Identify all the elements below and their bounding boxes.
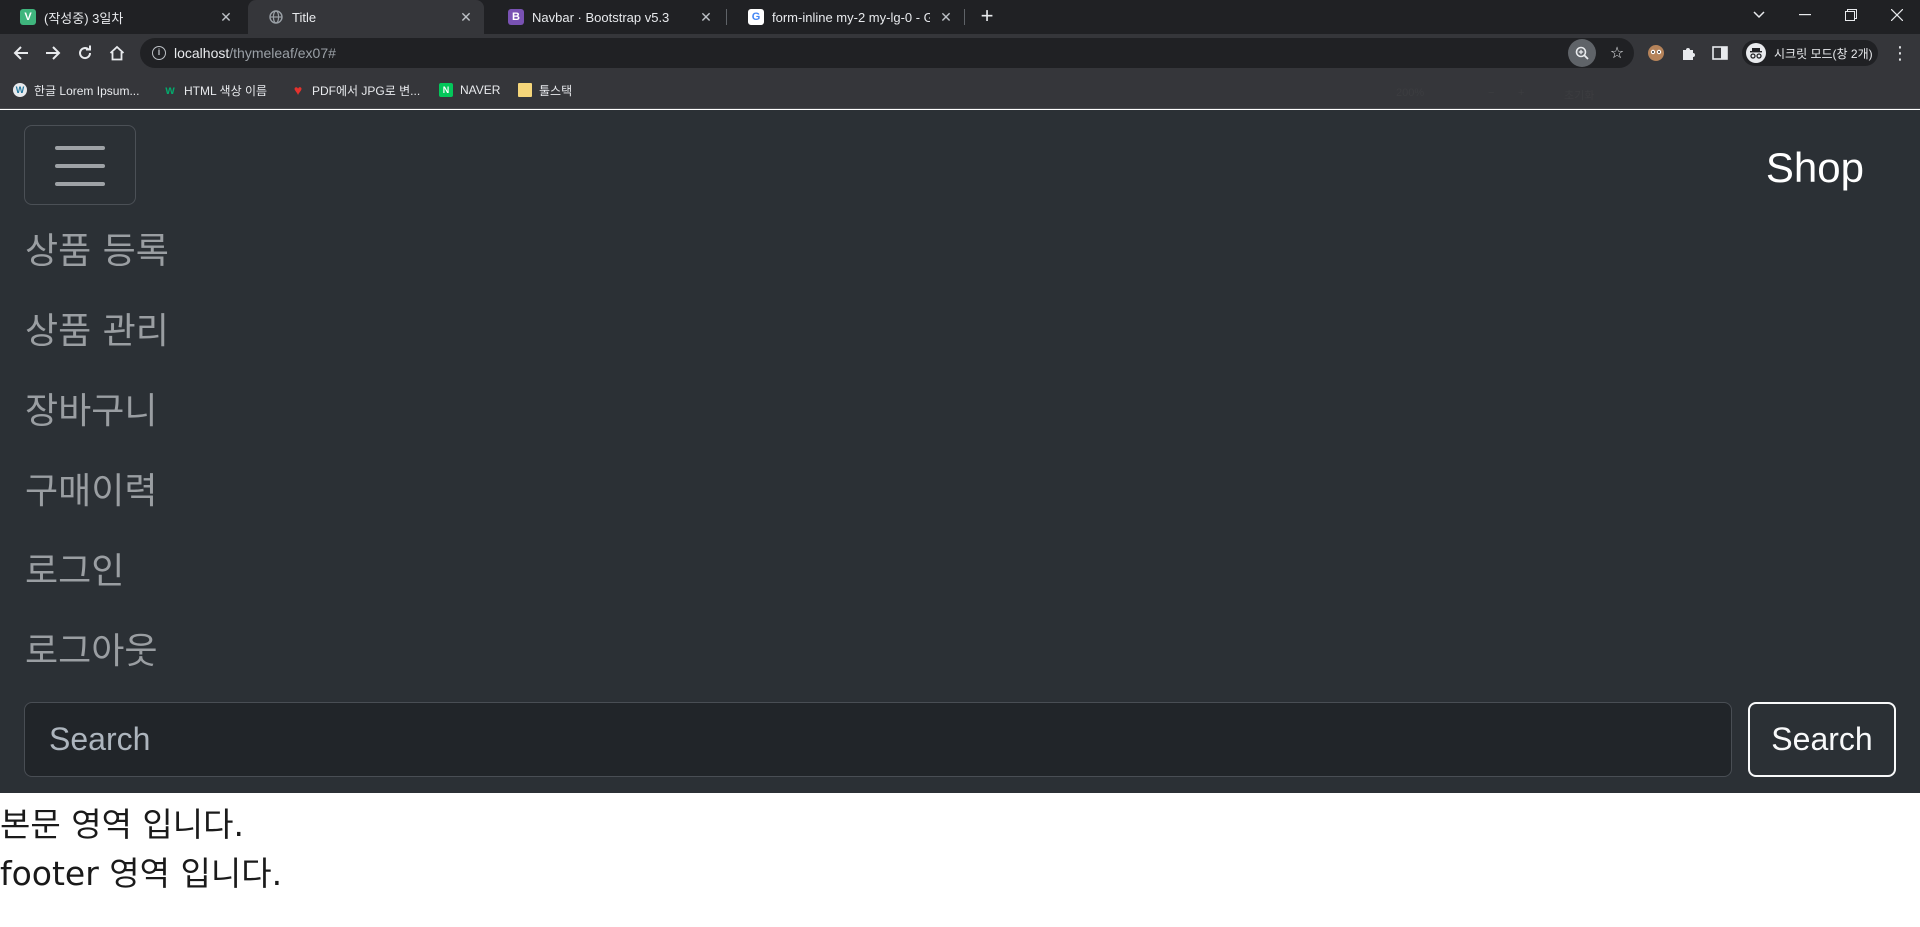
hamburger-icon	[55, 182, 105, 186]
search-input[interactable]: Search	[24, 702, 1732, 777]
hamburger-icon	[55, 146, 105, 150]
tab-strip: V (작성중) 3일차 ✕ Title ✕ B Navbar · Bootstr…	[0, 0, 1920, 34]
wordpress-icon: W	[13, 83, 27, 97]
tab-title: Navbar · Bootstrap v5.3	[532, 9, 670, 25]
puzzle-icon[interactable]	[1676, 41, 1700, 65]
zoom-icon[interactable]	[1568, 39, 1596, 67]
heart-icon: ♥	[293, 82, 303, 98]
reload-button[interactable]	[72, 40, 98, 66]
zoom-reset-button[interactable]: 초기화	[1564, 87, 1594, 103]
main-body-text: 본문 영역 입니다.	[0, 805, 244, 844]
bookmark-item[interactable]: 툴스택	[518, 81, 572, 99]
forward-button[interactable]	[40, 40, 66, 66]
tab-3[interactable]: G form-inline my-2 my-lg-0 - Go ✕	[728, 0, 964, 34]
tab-search-chevron-icon[interactable]	[1736, 0, 1782, 30]
close-icon[interactable]: ✕	[218, 9, 234, 25]
close-icon[interactable]: ✕	[458, 9, 474, 25]
zoom-in-button[interactable]: +	[1518, 87, 1524, 99]
w3-icon: w	[165, 83, 175, 97]
browser-toolbar: i localhost/thymeleaf/ex07# ☆ 시크릿 모드(창 2…	[0, 34, 1920, 72]
minimize-button[interactable]	[1782, 0, 1828, 30]
more-menu-icon[interactable]: ⋮	[1888, 41, 1912, 65]
page-viewport: Shop 상품 등록 상품 관리 장바구니 구매이력 로그인 로그아웃 Sear…	[0, 110, 1920, 927]
arrow-right-icon	[46, 46, 61, 60]
close-icon[interactable]: ✕	[698, 9, 714, 25]
incognito-profile-chip[interactable]: 시크릿 모드(창 2개)	[1742, 40, 1878, 66]
vlog-favicon-icon: V	[20, 9, 36, 25]
home-button[interactable]	[104, 40, 130, 66]
tab-separator	[726, 9, 727, 25]
close-window-button[interactable]	[1874, 0, 1920, 30]
close-icon[interactable]: ✕	[938, 9, 954, 25]
tab-title: form-inline my-2 my-lg-0 - Go	[772, 9, 930, 25]
zoom-popup: 200% − + 초기화	[1388, 82, 1626, 106]
tab-title: Title	[292, 9, 317, 25]
nav-link-login[interactable]: 로그인	[25, 542, 124, 594]
side-panel-icon[interactable]	[1708, 41, 1732, 65]
reload-icon	[79, 45, 92, 60]
profile-label: 시크릿 모드(창 2개)	[1774, 46, 1873, 61]
restore-button[interactable]	[1828, 0, 1874, 30]
new-tab-button[interactable]: +	[975, 5, 999, 29]
nav-link-cart[interactable]: 장바구니	[25, 382, 157, 434]
nav-link-product-manage[interactable]: 상품 관리	[25, 302, 169, 354]
navbar-toggler-button[interactable]	[24, 125, 136, 205]
bookmark-item[interactable]: N NAVER	[439, 81, 500, 99]
tab-1[interactable]: Title ✕	[248, 0, 484, 34]
tab-separator	[964, 9, 965, 25]
naver-icon: N	[439, 83, 453, 97]
search-button[interactable]: Search	[1748, 702, 1896, 777]
bootstrap-favicon-icon: B	[508, 9, 524, 25]
tab-2[interactable]: B Navbar · Bootstrap v5.3 ✕	[488, 0, 724, 34]
bookmark-item[interactable]: ♥ PDF에서 JPG로 변...	[291, 81, 420, 99]
url-text[interactable]: localhost/thymeleaf/ex07#	[174, 45, 336, 61]
extension-avatar-icon[interactable]	[1644, 41, 1668, 65]
bookmarks-bar: W 한글 Lorem Ipsum... w HTML 색상 이름 ♥ PDF에서…	[0, 72, 1920, 109]
navbar: Shop 상품 등록 상품 관리 장바구니 구매이력 로그인 로그아웃 Sear…	[0, 110, 1920, 793]
nav-link-logout[interactable]: 로그아웃	[25, 622, 157, 674]
bookmark-item[interactable]: W 한글 Lorem Ipsum...	[13, 81, 139, 99]
navbar-brand[interactable]: Shop	[1766, 144, 1864, 192]
nav-link-purchase-history[interactable]: 구매이력	[25, 462, 157, 514]
globe-icon	[268, 9, 284, 25]
info-icon[interactable]: i	[152, 46, 166, 60]
hamburger-icon	[55, 164, 105, 168]
zoom-level: 200%	[1396, 87, 1425, 99]
home-icon	[109, 45, 125, 61]
tab-0[interactable]: V (작성중) 3일차 ✕	[0, 0, 244, 34]
arrow-left-icon	[13, 46, 28, 60]
zoom-out-button[interactable]: −	[1488, 87, 1494, 99]
bookmark-star-icon[interactable]: ☆	[1604, 40, 1630, 66]
incognito-icon	[1746, 43, 1766, 63]
folder-icon	[518, 83, 532, 97]
address-bar[interactable]: i localhost/thymeleaf/ex07#	[140, 38, 1634, 68]
bookmark-item[interactable]: w HTML 색상 이름	[163, 81, 267, 99]
tab-title: (작성중) 3일차	[44, 10, 124, 26]
nav-link-product-register[interactable]: 상품 등록	[25, 222, 169, 274]
google-favicon-icon: G	[748, 9, 764, 25]
back-button[interactable]	[8, 40, 34, 66]
footer-text: footer 영역 입니다.	[0, 854, 283, 893]
